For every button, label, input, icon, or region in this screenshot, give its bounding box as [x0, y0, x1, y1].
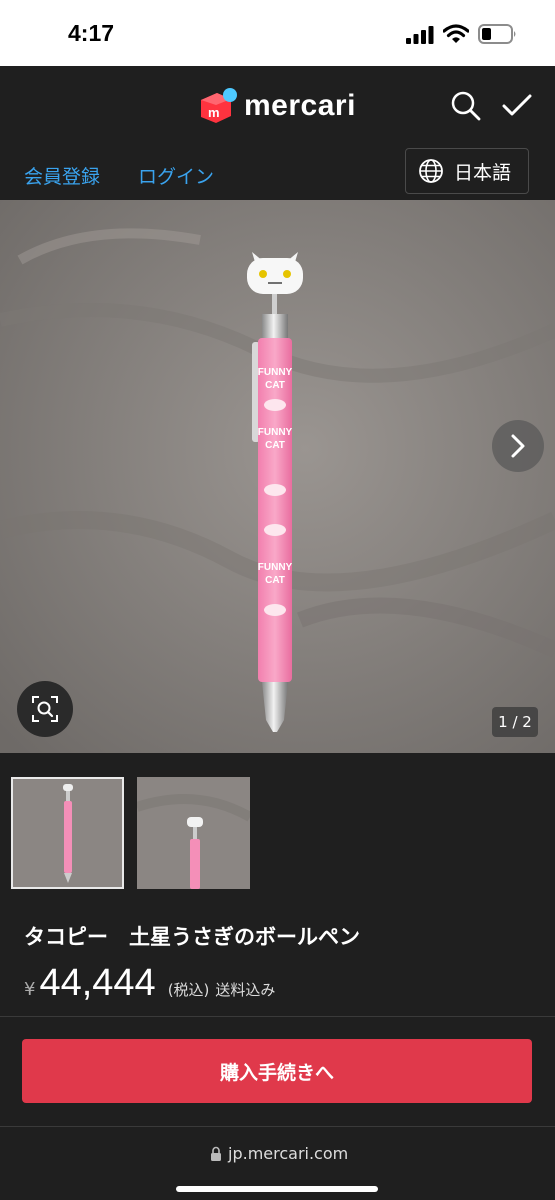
lock-icon: [211, 1146, 221, 1161]
divider: [0, 1016, 555, 1017]
url-text: jp.mercari.com: [228, 1144, 349, 1163]
url-display[interactable]: jp.mercari.com: [210, 1144, 348, 1163]
zoom-image-button[interactable]: [17, 681, 73, 737]
home-indicator[interactable]: [176, 1186, 378, 1192]
product-price: 44,444: [39, 962, 156, 1004]
pen-text-3: FUNNY: [258, 427, 293, 438]
browser-url-bar[interactable]: jp.mercari.com: [0, 1127, 555, 1200]
thumbnail-2-image: [137, 777, 250, 889]
image-search-icon: [32, 696, 58, 722]
price-block: ¥ 44,444 (税込) 送料込み: [24, 962, 275, 1005]
pen-photo: FUNNY CAT FUNNY CAT FUNNY CAT: [0, 200, 555, 753]
mercari-logo[interactable]: m mercari: [198, 86, 356, 126]
globe-icon: [419, 159, 443, 183]
chevron-right-icon: [511, 434, 525, 458]
shipping-note: 送料込み: [215, 981, 276, 999]
pen-text-2: CAT: [265, 380, 285, 391]
image-counter: 1 / 2: [492, 707, 538, 737]
pen-text-5: FUNNY: [258, 562, 293, 573]
site-header: m mercari 会員登録 ログイン 日本語: [0, 66, 555, 200]
login-link[interactable]: ログイン: [138, 162, 214, 189]
next-image-button[interactable]: [492, 420, 544, 472]
product-main-image[interactable]: FUNNY CAT FUNNY CAT FUNNY CAT: [0, 200, 555, 753]
wifi-icon: [443, 24, 469, 43]
pen-text-1: FUNNY: [258, 367, 293, 378]
currency-symbol: ¥: [24, 979, 36, 1000]
brand-name: mercari: [244, 89, 356, 122]
status-bar: 4:17: [0, 0, 555, 66]
battery-icon: [478, 24, 516, 44]
thumbnail-1-image: [13, 779, 122, 887]
status-time: 4:17: [68, 20, 115, 46]
check-icon: [502, 94, 532, 116]
search-icon: [451, 91, 481, 121]
cellular-signal-icon: [406, 26, 434, 44]
todo-check-button[interactable]: [500, 90, 534, 122]
svg-text:m: m: [208, 105, 220, 120]
product-title: タコピー 土星うさぎのボールペン: [24, 925, 360, 949]
language-selector[interactable]: 日本語: [405, 148, 529, 194]
pen-text-6: CAT: [265, 575, 285, 586]
search-button[interactable]: [450, 90, 482, 122]
buy-button[interactable]: 購入手続きへ: [22, 1039, 532, 1103]
pen-text-4: CAT: [265, 440, 285, 451]
language-label: 日本語: [454, 161, 512, 184]
tax-note: (税込): [167, 981, 210, 999]
register-link[interactable]: 会員登録: [24, 162, 100, 189]
thumbnail-1[interactable]: [11, 777, 124, 889]
thumbnail-2[interactable]: [137, 777, 250, 889]
mercari-box-icon: m: [201, 88, 237, 123]
